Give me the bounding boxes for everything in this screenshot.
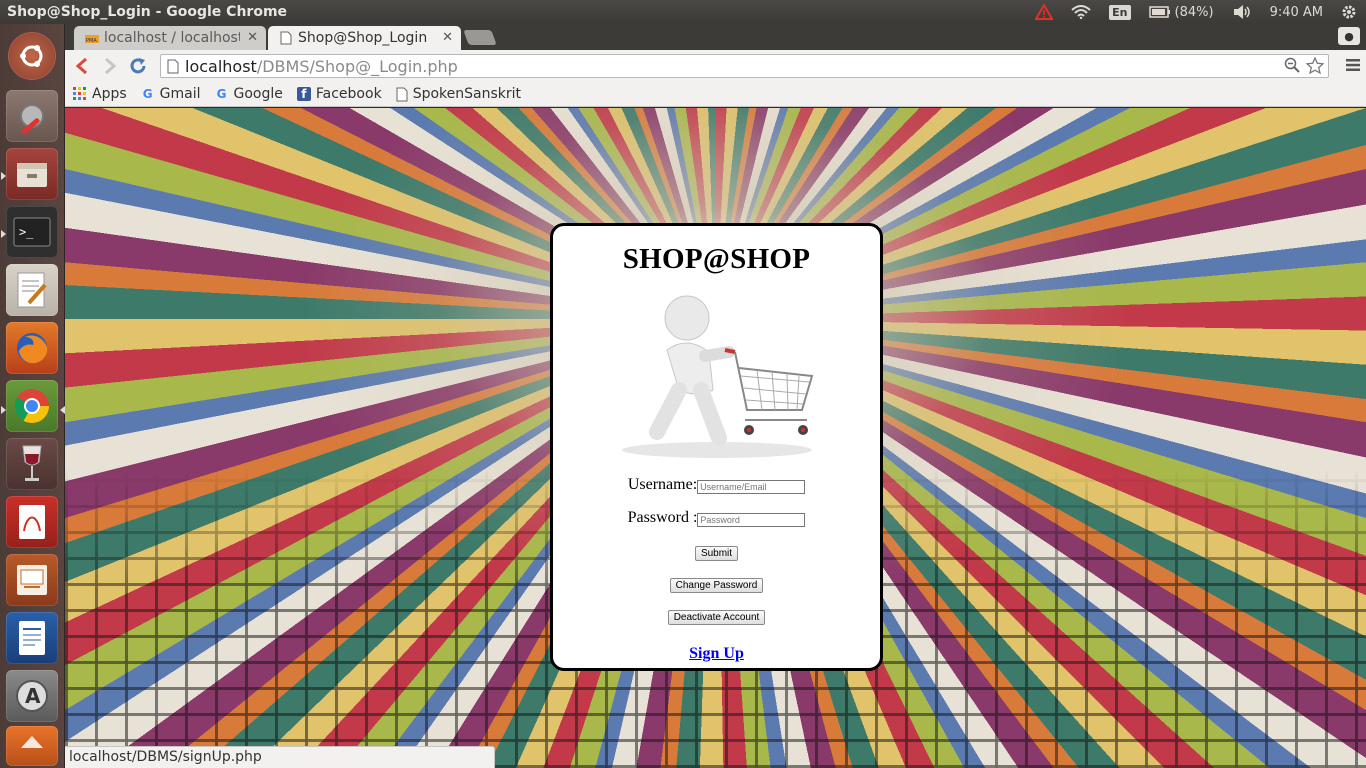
shopping-cart-mascot-image [621, 295, 813, 458]
bookmark-label: Gmail [159, 86, 201, 102]
text-editor-icon[interactable] [6, 264, 58, 316]
deactivate-account-button[interactable]: Deactivate Account [667, 610, 766, 625]
apps-grid-icon [73, 87, 86, 100]
ubuntu-software-icon[interactable] [6, 726, 58, 766]
sign-up-link[interactable]: Sign Up [689, 645, 744, 663]
svg-text:PMA: PMA [86, 38, 97, 44]
svg-text:A: A [25, 684, 41, 708]
tab-strip: PMA localhost / localhost ✕ Shop@Shop_Lo… [65, 24, 1366, 50]
bookmark-label: Google [233, 86, 283, 102]
page-viewport: SHOP@SHOP Username: Password : [65, 108, 1366, 768]
indicator-area: En (84%) 9:40 AM [1026, 0, 1366, 24]
browser-toolbar: localhost/DBMS/Shop@_Login.php [65, 50, 1366, 82]
page-icon [396, 87, 408, 101]
facebook-icon: f [296, 87, 311, 101]
firefox-icon[interactable] [6, 322, 58, 374]
zoom-icon[interactable] [1284, 57, 1300, 78]
tab-phpmyadmin[interactable]: PMA localhost / localhost ✕ [74, 26, 266, 50]
lang-badge: En [1109, 4, 1131, 20]
password-row: Password : [553, 509, 880, 527]
google-g-icon: G [216, 87, 227, 101]
deactivate-row: Deactivate Account [553, 607, 880, 625]
bookmark-label: Apps [92, 86, 127, 102]
file-manager-icon[interactable] [6, 148, 58, 200]
ubuntu-top-panel: Shop@Shop_Login - Google Chrome En (84%)… [0, 0, 1366, 24]
wine-icon[interactable] [6, 438, 58, 490]
presentation-icon[interactable] [6, 554, 58, 606]
bookmark-star-icon[interactable] [1305, 56, 1325, 78]
battery-icon [1148, 6, 1170, 18]
bookmark-label: Facebook [315, 86, 382, 102]
tab-close-icon[interactable]: ✕ [442, 30, 453, 45]
tab-label: localhost / localhost [104, 30, 240, 46]
tab-close-icon[interactable]: ✕ [247, 30, 258, 45]
link-status-bubble: localhost/DBMS/signUp.php [65, 746, 495, 768]
back-button[interactable] [68, 52, 96, 80]
settings-gear-icon[interactable] [1332, 0, 1366, 24]
new-tab-button[interactable] [463, 30, 497, 45]
password-input[interactable] [697, 513, 806, 527]
clock[interactable]: 9:40 AM [1261, 0, 1332, 24]
bookmarks-bar: Apps G Gmail G Google f Facebook SpokenS… [65, 82, 1366, 107]
ubuntu-dash-icon[interactable] [8, 32, 56, 80]
system-settings-icon[interactable] [6, 90, 58, 142]
document-viewer-icon[interactable] [6, 496, 58, 548]
forward-button[interactable] [96, 52, 124, 80]
battery-percent: (84%) [1174, 4, 1214, 20]
submit-button[interactable]: Submit [694, 546, 739, 561]
username-input[interactable] [697, 480, 806, 494]
tab-label: Shop@Shop_Login [298, 30, 428, 46]
volume-icon[interactable] [1223, 0, 1261, 24]
url-path: /DBMS/Shop@_Login.php [256, 56, 458, 76]
keyboard-layout-indicator[interactable]: En [1100, 0, 1139, 24]
bookmark-label: SpokenSanskrit [412, 86, 521, 102]
chrome-icon[interactable] [6, 380, 58, 432]
page-favicon-icon [280, 31, 292, 45]
reload-button[interactable] [124, 52, 152, 80]
chrome-menu-icon[interactable] [1346, 56, 1360, 77]
bookmark-gmail[interactable]: G Gmail [141, 86, 201, 102]
phpmyadmin-favicon-icon: PMA [85, 35, 99, 44]
change-password-button[interactable]: Change Password [669, 578, 764, 593]
site-title: SHOP@SHOP [622, 243, 811, 275]
bookmark-google[interactable]: G Google [215, 86, 283, 102]
tab-shop-login[interactable]: Shop@Shop_Login ✕ [268, 26, 461, 50]
warning-icon[interactable] [1026, 0, 1062, 24]
page-info-icon [167, 59, 179, 74]
username-label: Username: [627, 476, 698, 493]
address-bar[interactable]: localhost/DBMS/Shop@_Login.php [160, 54, 1329, 78]
login-card: SHOP@SHOP Username: Password : [550, 223, 883, 671]
submit-row: Submit [553, 543, 880, 561]
username-row: Username: [553, 476, 880, 494]
window-title: Shop@Shop_Login - Google Chrome [7, 4, 288, 20]
bookmark-facebook[interactable]: f Facebook [296, 86, 382, 102]
google-g-icon: G [142, 87, 153, 101]
svg-text:>_: >_ [19, 225, 34, 239]
wifi-icon[interactable] [1062, 0, 1100, 24]
change-password-row: Change Password [553, 575, 880, 593]
battery-indicator[interactable]: (84%) [1140, 0, 1223, 24]
bookmark-spokensanskrit[interactable]: SpokenSanskrit [396, 86, 521, 102]
bookmark-apps[interactable]: Apps [73, 86, 127, 102]
profile-icon[interactable]: ● [1338, 27, 1360, 45]
terminal-icon[interactable]: >_ [6, 206, 58, 258]
url-host: localhost [185, 56, 257, 76]
unity-launcher: >_ A [0, 24, 65, 768]
writer-icon[interactable] [6, 612, 58, 664]
password-label: Password : [627, 509, 698, 526]
software-updater-icon[interactable]: A [6, 670, 58, 722]
